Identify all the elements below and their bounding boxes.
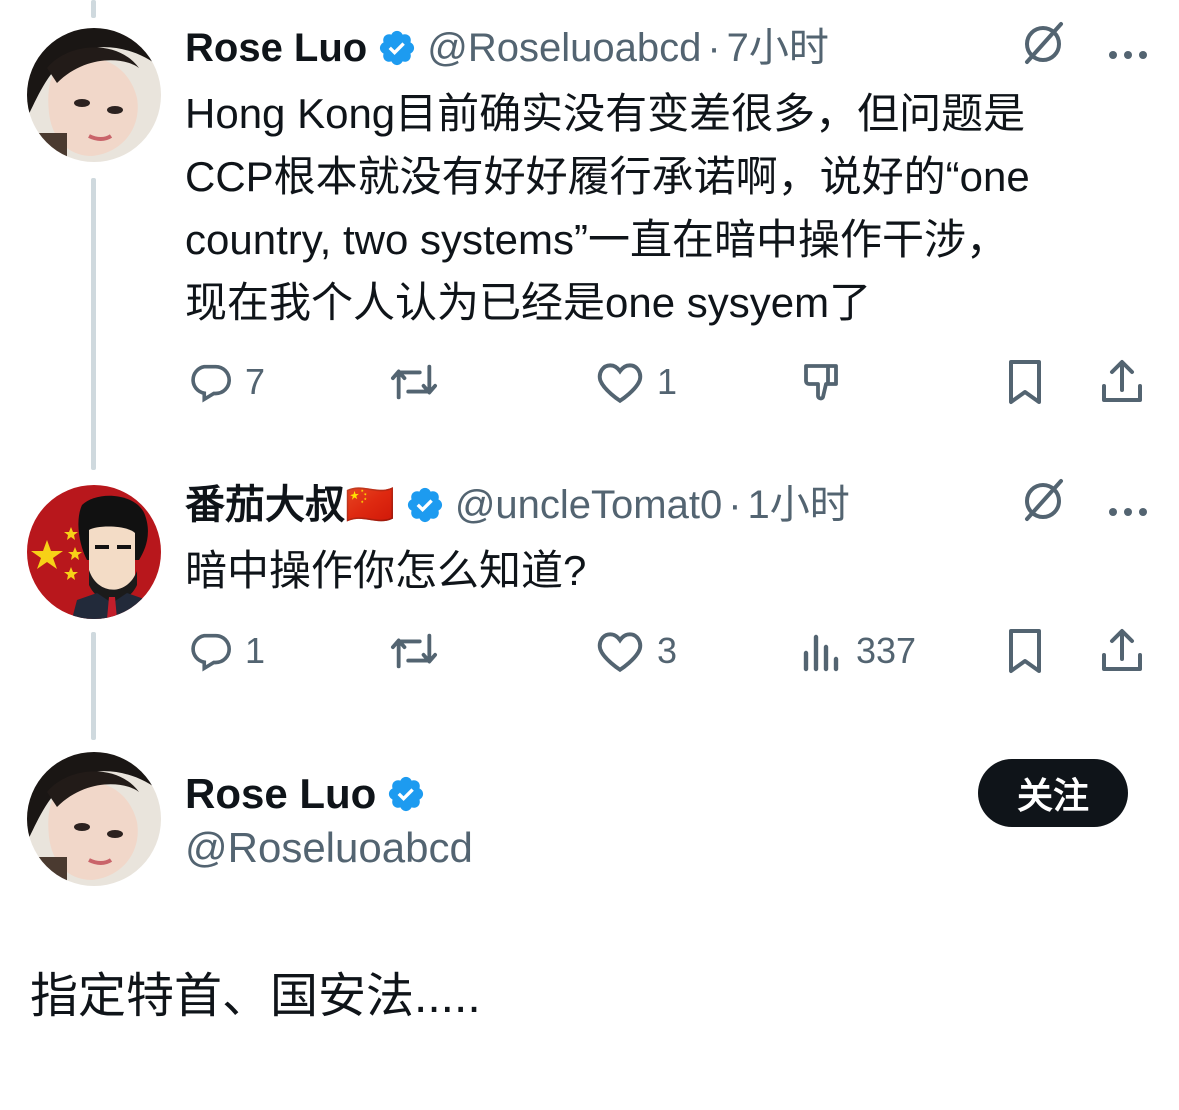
like-button[interactable]: 3 xyxy=(595,621,677,681)
main-author-row: Rose Luo xyxy=(185,768,436,820)
thread-line-top xyxy=(91,0,96,18)
thread-line-1 xyxy=(91,178,96,470)
main-tweet-text: 指定特首、国安法..... xyxy=(30,970,481,1023)
author-name[interactable]: Rose Luo xyxy=(185,770,376,818)
tweet-text: 暗中操作你怎么知道? xyxy=(185,547,587,594)
bookmark-icon xyxy=(1003,627,1047,675)
bookmark-icon xyxy=(1003,358,1047,406)
dislike-button[interactable] xyxy=(800,352,848,412)
bookmark-button[interactable] xyxy=(1003,621,1047,681)
share-icon xyxy=(1099,627,1145,675)
views-button[interactable]: 337 xyxy=(800,621,916,681)
like-count: 1 xyxy=(657,361,678,402)
more-icon[interactable] xyxy=(1107,23,1149,73)
avatar[interactable] xyxy=(27,485,161,619)
bookmark-button[interactable] xyxy=(1003,352,1047,412)
header-actions xyxy=(1019,479,1149,530)
like-icon xyxy=(595,359,645,405)
dislike-icon xyxy=(800,358,848,406)
like-icon xyxy=(595,628,645,674)
verified-badge-icon xyxy=(377,28,417,68)
verified-badge-icon xyxy=(405,485,445,525)
reply-count: 1 xyxy=(245,630,266,671)
grok-icon[interactable] xyxy=(1019,475,1067,535)
author-handle[interactable]: @Roseluoabcd xyxy=(427,23,701,73)
retweet-button[interactable] xyxy=(387,352,441,412)
thread-line-2 xyxy=(91,632,96,740)
retweet-button[interactable] xyxy=(387,621,441,681)
separator: · xyxy=(728,483,742,527)
more-icon[interactable] xyxy=(1107,480,1149,530)
share-button[interactable] xyxy=(1099,621,1145,681)
tweet-actions: 7 1 xyxy=(185,352,1145,412)
reply-button[interactable]: 1 xyxy=(187,621,265,681)
author-name[interactable]: Rose Luo xyxy=(185,23,367,73)
views-icon xyxy=(800,629,844,673)
timestamp[interactable]: 7小时 xyxy=(727,23,829,73)
tweet-2[interactable]: 番茄大叔🇨🇳 @uncleTomat0 · 1小时 暗中操作你怎么知道? xyxy=(185,479,1149,602)
tweet-text: Hong Kong目前确实没有变差很多，但问题是 CCP根本就没有好好履行承诺啊… xyxy=(185,90,1030,326)
reply-icon xyxy=(187,628,233,674)
retweet-icon xyxy=(387,628,441,674)
avatar[interactable] xyxy=(27,752,161,886)
share-button[interactable] xyxy=(1099,352,1145,412)
reply-button[interactable]: 7 xyxy=(187,352,265,412)
tweet-header: 番茄大叔🇨🇳 @uncleTomat0 · 1小时 xyxy=(185,479,1149,530)
reply-count: 7 xyxy=(245,361,266,402)
separator: · xyxy=(707,26,721,70)
grok-icon[interactable] xyxy=(1019,18,1067,78)
like-button[interactable]: 1 xyxy=(595,352,677,412)
follow-button[interactable]: 关注 xyxy=(978,759,1128,827)
retweet-icon xyxy=(387,359,441,405)
author-handle[interactable]: @uncleTomat0 xyxy=(455,480,722,530)
header-actions xyxy=(1019,22,1149,73)
tweet-thread: Rose Luo @Roseluoabcd · 7小时 Hong Kong目前确… xyxy=(0,0,1179,1110)
timestamp[interactable]: 1小时 xyxy=(748,480,850,530)
view-count: 337 xyxy=(856,630,917,671)
verified-badge-icon xyxy=(386,774,426,814)
share-icon xyxy=(1099,358,1145,406)
author-handle[interactable]: @Roseluoabcd xyxy=(185,820,473,876)
reply-icon xyxy=(187,359,233,405)
tweet-header: Rose Luo @Roseluoabcd · 7小时 xyxy=(185,22,1149,73)
avatar[interactable] xyxy=(27,28,161,162)
like-count: 3 xyxy=(657,630,678,671)
author-name[interactable]: 番茄大叔🇨🇳 xyxy=(185,480,395,530)
tweet-1[interactable]: Rose Luo @Roseluoabcd · 7小时 Hong Kong目前确… xyxy=(185,22,1149,334)
tweet-actions: 1 3 337 xyxy=(185,621,1145,681)
